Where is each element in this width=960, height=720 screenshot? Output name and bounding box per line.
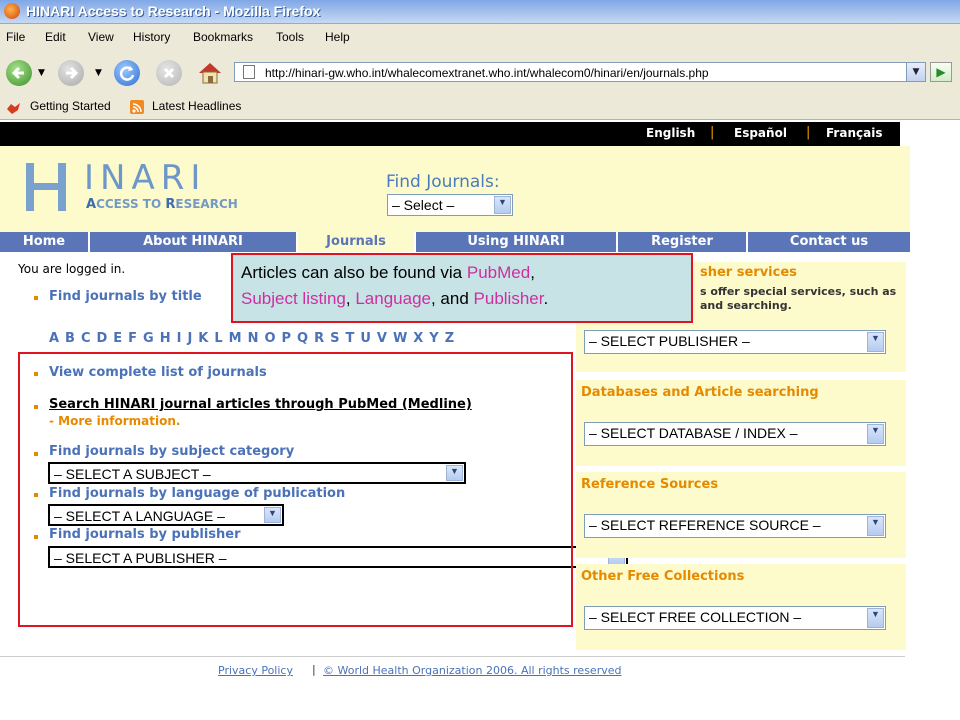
- privacy-policy-link[interactable]: Privacy Policy: [218, 664, 293, 677]
- nav-journals[interactable]: Journals: [298, 232, 416, 252]
- lang-separator: |: [806, 125, 811, 140]
- getting-started-icon: [6, 100, 20, 114]
- bookmarks-toolbar: Getting Started Latest Headlines: [0, 94, 960, 120]
- publisher-services-desc-2: and searching.: [700, 299, 792, 312]
- chevron-down-icon: ▼: [867, 424, 884, 444]
- go-button[interactable]: ▶: [930, 62, 952, 82]
- lang-english[interactable]: English: [646, 126, 695, 140]
- publisher-services-desc-1: s offer special services, such as: [700, 285, 897, 298]
- chevron-down-icon: ▼: [867, 516, 884, 536]
- firefox-icon: [4, 3, 20, 19]
- forward-dropdown-icon[interactable]: ▼: [95, 68, 102, 78]
- bullet: [34, 296, 38, 300]
- stop-icon[interactable]: [156, 60, 182, 86]
- window-title: HINARI Access to Research - Mozilla Fire…: [26, 3, 321, 19]
- highlight-box: [18, 352, 573, 627]
- menu-edit[interactable]: Edit: [45, 30, 66, 44]
- menu-tools[interactable]: Tools: [276, 30, 304, 44]
- lang-francais[interactable]: Français: [826, 126, 882, 140]
- reference-source-select[interactable]: – SELECT REFERENCE SOURCE – ▼: [584, 514, 886, 538]
- nav-using-hinari[interactable]: Using HINARI: [416, 232, 618, 252]
- lang-separator: |: [710, 125, 715, 140]
- forward-icon[interactable]: [58, 60, 84, 86]
- databases-heading: Databases and Article searching: [581, 385, 819, 400]
- footer-separator: |: [312, 663, 316, 676]
- find-by-title-link[interactable]: Find journals by title: [49, 289, 202, 304]
- language-bar: English | Español | Français: [0, 122, 900, 146]
- footer-divider: [0, 656, 905, 657]
- rss-icon: [130, 100, 144, 114]
- logged-in-status: You are logged in.: [18, 262, 126, 276]
- database-select[interactable]: – SELECT DATABASE / INDEX – ▼: [584, 422, 886, 446]
- back-dropdown-icon[interactable]: ▼: [38, 68, 45, 78]
- publisher-services-heading: sher services: [700, 265, 797, 280]
- url-text[interactable]: http://hinari-gw.who.int/whalecomextrane…: [265, 66, 709, 80]
- annotation-callout: Articles can also be found via PubMed, Su…: [231, 253, 693, 323]
- menu-history[interactable]: History: [133, 30, 170, 44]
- lang-espanol[interactable]: Español: [734, 126, 787, 140]
- nav-home[interactable]: Home: [0, 232, 90, 252]
- nav-contact-us[interactable]: Contact us: [748, 232, 910, 252]
- chevron-down-icon: ▼: [867, 332, 884, 352]
- url-dropdown-icon[interactable]: ▼: [906, 63, 925, 81]
- menu-bar: File Edit View History Bookmarks Tools H…: [0, 24, 960, 52]
- chevron-down-icon: ▼: [494, 196, 511, 214]
- find-journals-select[interactable]: – Select – ▼: [387, 194, 513, 216]
- bookmark-getting-started[interactable]: Getting Started: [30, 99, 111, 113]
- nav-about-hinari[interactable]: About HINARI: [90, 232, 298, 252]
- logo-tagline: ACCESS TO RESEARCH: [86, 197, 238, 212]
- menu-view[interactable]: View: [88, 30, 114, 44]
- publisher-services-select[interactable]: – SELECT PUBLISHER – ▼: [584, 330, 886, 354]
- home-icon[interactable]: [196, 60, 224, 86]
- chevron-down-icon: ▼: [867, 608, 884, 628]
- find-journals-title: Find Journals:: [386, 172, 500, 192]
- free-collections-heading: Other Free Collections: [581, 569, 745, 584]
- reference-sources-heading: Reference Sources: [581, 477, 719, 492]
- free-collection-select[interactable]: – SELECT FREE COLLECTION – ▼: [584, 606, 886, 630]
- menu-bookmarks[interactable]: Bookmarks: [193, 30, 253, 44]
- main-nav: Home About HINARI Journals Using HINARI …: [0, 232, 910, 252]
- bookmark-latest-headlines[interactable]: Latest Headlines: [152, 99, 241, 113]
- logo-h-bar: [26, 183, 66, 190]
- copyright-link[interactable]: © World Health Organization 2006. All ri…: [323, 664, 621, 677]
- page-icon: [243, 65, 255, 79]
- window-titlebar: HINARI Access to Research - Mozilla Fire…: [0, 0, 960, 24]
- menu-file[interactable]: File: [6, 30, 25, 44]
- nav-register[interactable]: Register: [618, 232, 748, 252]
- logo-wordmark: INARI: [84, 158, 207, 198]
- alphabet-index[interactable]: ABCDEFGHIJKLMNOPQRSTUVWXYZ: [49, 331, 460, 346]
- back-icon[interactable]: [6, 60, 32, 86]
- address-bar[interactable]: http://hinari-gw.who.int/whalecomextrane…: [234, 62, 926, 82]
- reload-icon[interactable]: [114, 60, 140, 86]
- menu-help[interactable]: Help: [325, 30, 350, 44]
